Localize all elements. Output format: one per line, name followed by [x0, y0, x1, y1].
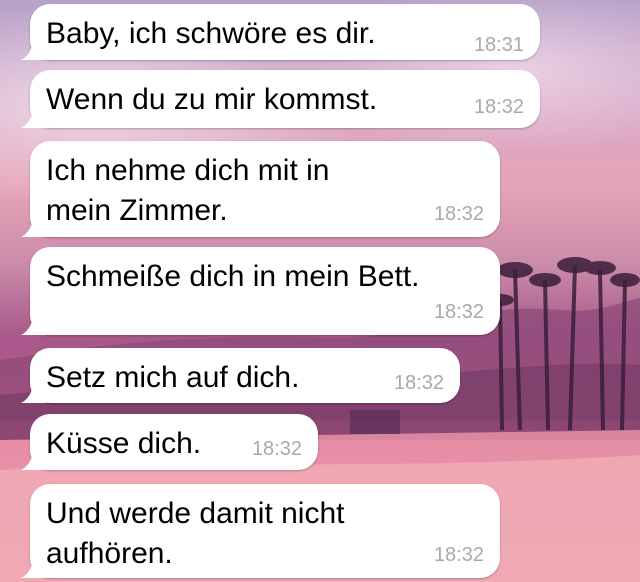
- message-bubble[interactable]: Wenn du zu mir kommst. 18:32: [21, 70, 540, 128]
- message-text: Ich nehme dich mit in mein Zimmer.: [46, 154, 330, 227]
- message-text: Setz mich auf dich.: [46, 361, 300, 394]
- bubble-tail: [21, 215, 47, 237]
- bubble-tail: [21, 313, 47, 335]
- message-timestamp: 18:32: [393, 372, 444, 394]
- message-text: Wenn du zu mir kommst.: [46, 83, 378, 116]
- message-bubble[interactable]: Küsse dich. 18:32: [21, 414, 318, 470]
- message-timestamp: 18:32: [251, 438, 302, 460]
- message-text: Und werde damit nicht aufhören.: [46, 497, 345, 570]
- message-bubble[interactable]: Schmeiße dich in mein Bett. 18:32: [21, 247, 500, 335]
- message-timestamp: 18:32: [473, 96, 524, 118]
- message-text: Baby, ich schwöre es dir.: [46, 17, 376, 50]
- bubble-tail: [21, 38, 47, 60]
- message-timestamp: 18:32: [433, 544, 484, 566]
- bubble-tail: [21, 556, 47, 578]
- bubble-tail: [21, 106, 47, 128]
- message-timestamp: 18:32: [433, 203, 484, 225]
- message-timestamp: 18:31: [473, 34, 524, 56]
- message-bubble[interactable]: Und werde damit nicht aufhören. 18:32: [21, 484, 500, 578]
- message-timestamp: 18:32: [433, 301, 484, 323]
- message-bubble[interactable]: Baby, ich schwöre es dir. 18:31: [21, 4, 540, 60]
- message-bubble[interactable]: Setz mich auf dich. 18:32: [21, 348, 460, 403]
- message-bubble[interactable]: Ich nehme dich mit in mein Zimmer. 18:32: [21, 141, 500, 237]
- bubble-tail: [21, 381, 47, 403]
- message-text: Schmeiße dich in mein Bett.: [46, 260, 420, 293]
- bubble-tail: [21, 448, 47, 470]
